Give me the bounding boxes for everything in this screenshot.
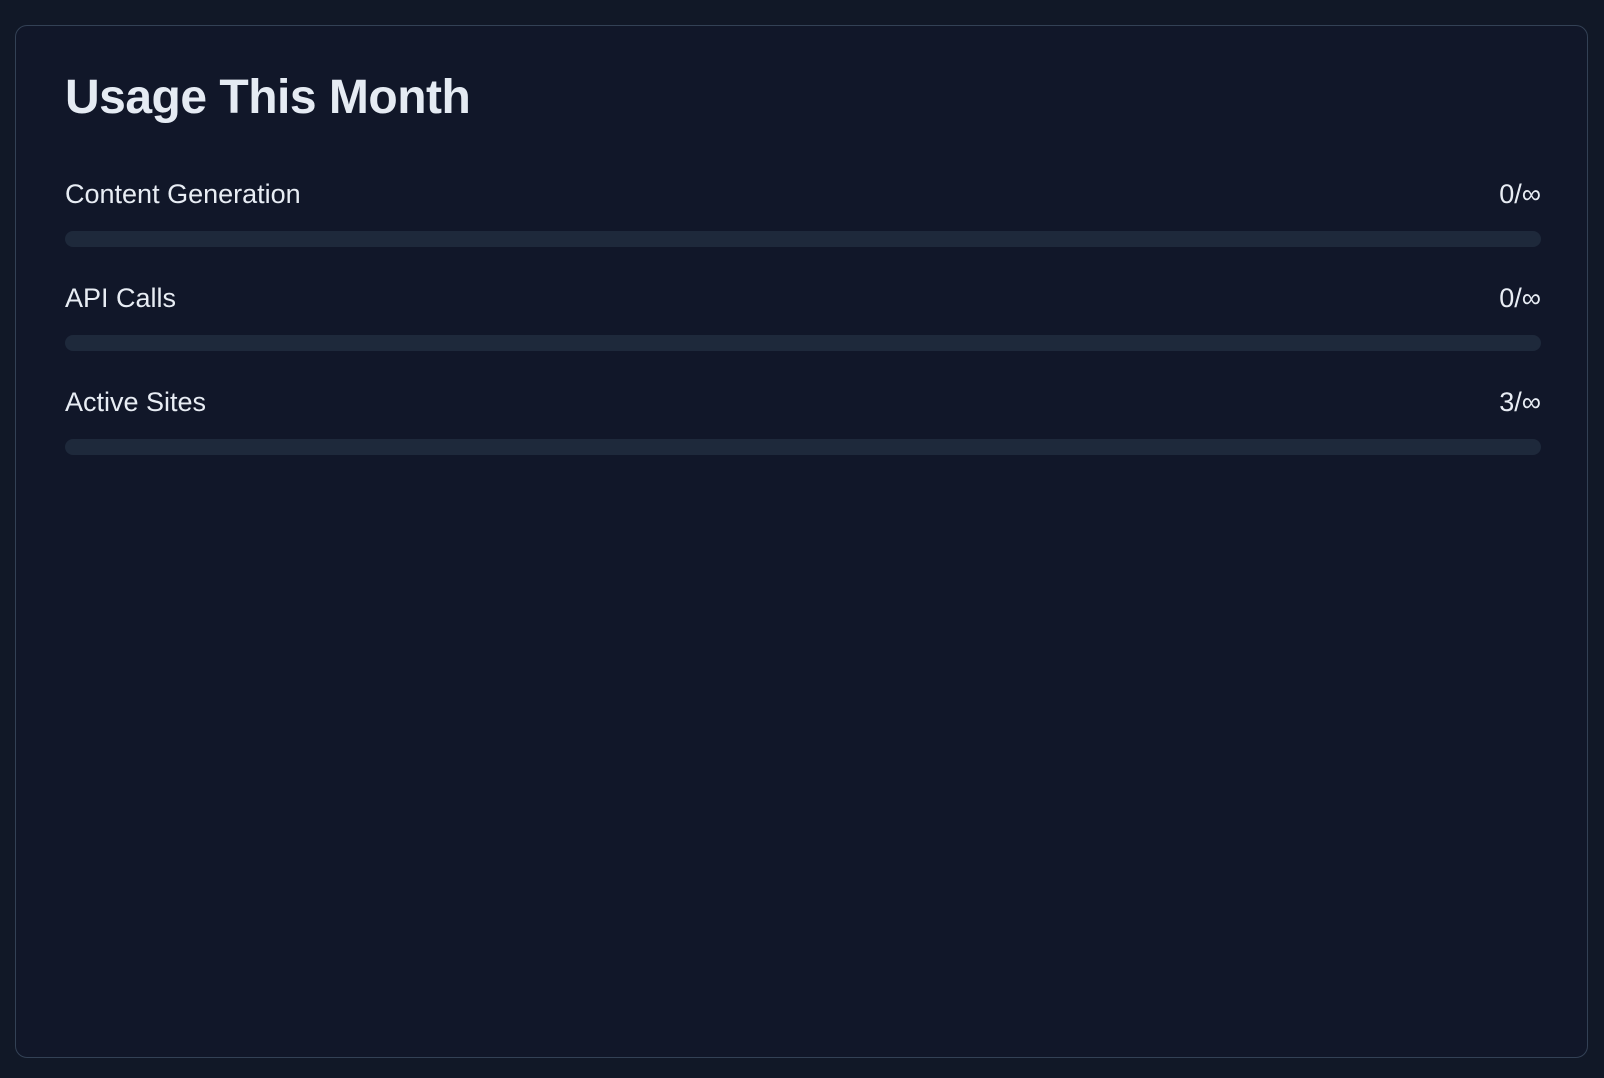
progress-track xyxy=(65,335,1541,351)
usage-row-active-sites: Active Sites 3/∞ xyxy=(65,384,1541,488)
usage-label: Active Sites xyxy=(65,386,207,417)
progress-track xyxy=(65,231,1541,247)
progress-track xyxy=(65,439,1541,455)
usage-label: API Calls xyxy=(65,282,177,313)
usage-row-api-calls: API Calls 0/∞ xyxy=(65,280,1541,384)
usage-value: 0/∞ xyxy=(1499,178,1541,209)
usage-label: Content Generation xyxy=(65,178,301,209)
usage-value: 0/∞ xyxy=(1499,282,1541,313)
usage-value: 3/∞ xyxy=(1499,386,1541,417)
usage-list: Content Generation 0/∞ API Calls 0/∞ Act… xyxy=(65,176,1541,488)
usage-row-content-generation: Content Generation 0/∞ xyxy=(65,176,1541,280)
card-title: Usage This Month xyxy=(65,71,471,124)
usage-card: Usage This Month Content Generation 0/∞ … xyxy=(15,25,1588,1058)
